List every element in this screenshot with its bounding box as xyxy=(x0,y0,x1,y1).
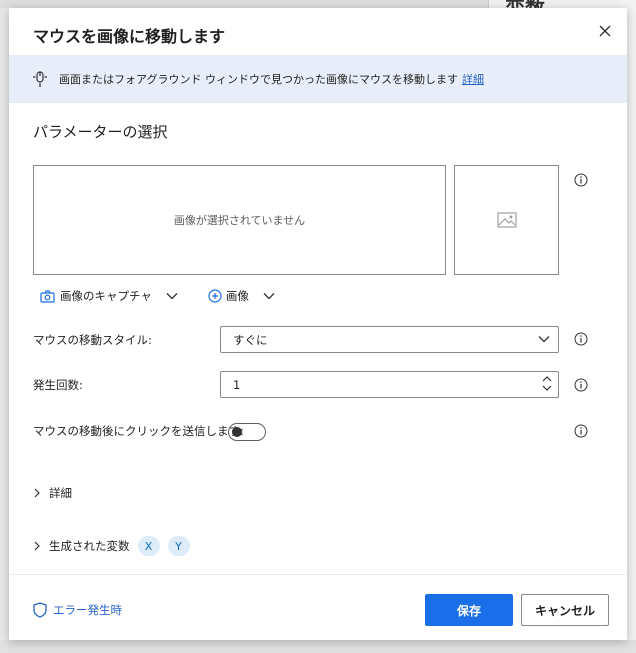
chevron-up-icon[interactable] xyxy=(542,375,552,382)
section-title: パラメーターの選択 xyxy=(33,123,168,141)
mouse-move-icon xyxy=(33,71,47,87)
camera-icon xyxy=(40,289,55,303)
dialog-title: マウスを画像に移動します xyxy=(33,27,226,46)
save-button[interactable]: 保存 xyxy=(425,594,513,626)
move-style-info-icon[interactable] xyxy=(574,332,588,346)
click-after-toggle[interactable] xyxy=(228,423,266,441)
on-error-link[interactable]: エラー発生時 xyxy=(33,602,122,618)
image-placeholder-text: 画像が選択されていません xyxy=(173,214,306,227)
info-description: 画面またはフォアグラウンド ウィンドウで見つかった画像にマウスを移動します xyxy=(59,73,458,86)
chevron-down-icon xyxy=(166,293,178,300)
background-statusbar xyxy=(0,640,636,653)
image-actions-row: 画像のキャプチャ 画像 xyxy=(40,288,275,304)
toggle-knob xyxy=(232,427,242,437)
occurrence-info-icon[interactable] xyxy=(574,378,588,392)
info-bar: 画面またはフォアグラウンド ウィンドウで見つかった画像にマウスを移動します 詳細 xyxy=(9,55,627,103)
on-error-label: エラー発生時 xyxy=(53,603,122,617)
info-learn-more-link[interactable]: 詳細 xyxy=(462,71,484,87)
variable-chip-y[interactable]: Y xyxy=(167,536,190,556)
shield-icon xyxy=(33,602,47,618)
stepper-arrows[interactable] xyxy=(542,375,552,392)
move-mouse-to-image-dialog: マウスを画像に移動します 画面またはフォアグラウンド ウィンドウで見つかった画像… xyxy=(9,8,627,640)
cancel-button[interactable]: キャンセル xyxy=(521,594,609,626)
close-button[interactable] xyxy=(595,21,615,41)
add-image-label: 画像 xyxy=(225,289,249,303)
capture-image-button[interactable]: 画像のキャプチャ xyxy=(40,288,178,304)
chevron-down-icon[interactable] xyxy=(542,385,552,392)
image-info-icon[interactable] xyxy=(574,173,588,187)
variable-chip-x[interactable]: X xyxy=(137,536,160,556)
occurrence-stepper[interactable]: 1 xyxy=(220,371,559,398)
footer-divider xyxy=(9,574,627,575)
add-circle-icon xyxy=(208,289,222,303)
occurrence-value: 1 xyxy=(233,377,241,392)
background-toolbar xyxy=(0,0,488,8)
image-thumbnail[interactable] xyxy=(454,165,559,275)
details-label: 詳細 xyxy=(49,486,72,500)
details-expander[interactable]: 詳細 xyxy=(33,485,72,501)
chevron-down-icon xyxy=(538,336,550,343)
occurrence-label: 発生回数: xyxy=(33,378,83,392)
chevron-right-icon xyxy=(34,488,40,498)
generated-variables-expander[interactable]: 生成された変数 X Y xyxy=(33,536,190,556)
chevron-right-icon xyxy=(34,541,40,551)
capture-image-label: 画像のキャプチャ xyxy=(60,289,152,303)
image-selection-area[interactable]: 画像が選択されていません xyxy=(33,165,446,275)
move-style-value: すぐに xyxy=(233,332,268,347)
image-icon xyxy=(496,212,517,228)
click-after-info-icon[interactable] xyxy=(574,424,588,438)
generated-variables-label: 生成された変数 xyxy=(49,539,130,553)
close-icon xyxy=(599,25,611,37)
add-image-button[interactable]: 画像 xyxy=(208,288,275,304)
click-after-label: マウスの移動後にクリックを送信します: xyxy=(33,424,244,438)
move-style-dropdown[interactable]: すぐに xyxy=(220,326,559,353)
chevron-down-icon xyxy=(263,293,275,300)
move-style-label: マウスの移動スタイル: xyxy=(33,333,152,347)
